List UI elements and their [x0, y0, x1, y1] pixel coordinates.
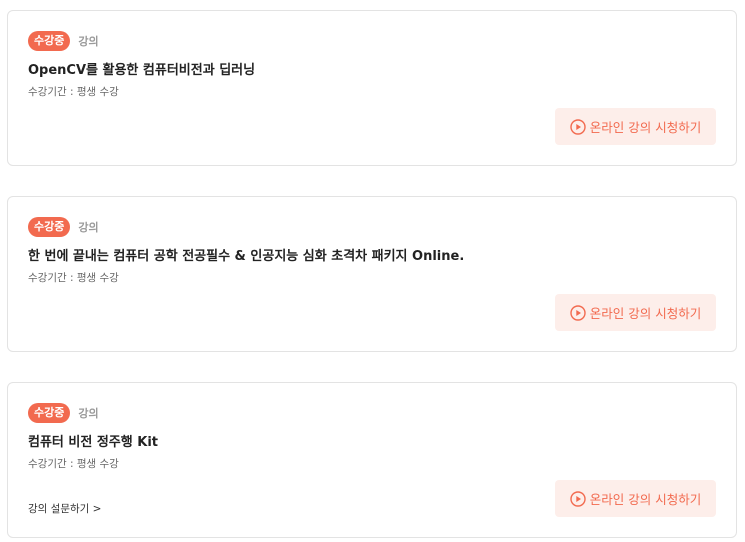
- course-period: 수강기간 : 평생 수강: [28, 458, 119, 470]
- watch-online-label: 온라인 강의 시청하기: [589, 492, 702, 507]
- course-card: 수강중 강의 한 번에 끝내는 컴퓨터 공학 전공필수 & 인공지능 심화 초격…: [7, 196, 737, 352]
- course-card: 수강중 강의 컴퓨터 비전 정주행 Kit 수강기간 : 평생 수강 강의 설문…: [7, 382, 737, 538]
- course-tags: 수강중 강의: [28, 31, 99, 51]
- watch-online-label: 온라인 강의 시청하기: [589, 120, 702, 135]
- course-tags: 수강중 강의: [28, 403, 99, 423]
- watch-online-button[interactable]: 온라인 강의 시청하기: [555, 294, 716, 331]
- course-period: 수강기간 : 평생 수강: [28, 272, 119, 284]
- course-title: 한 번에 끝내는 컴퓨터 공학 전공필수 & 인공지능 심화 초격차 패키지 O…: [28, 249, 465, 264]
- play-circle-icon: [570, 118, 586, 135]
- watch-online-button[interactable]: 온라인 강의 시청하기: [555, 108, 716, 145]
- play-circle-icon: [570, 304, 586, 321]
- course-type-label: 강의: [78, 407, 99, 420]
- course-type-label: 강의: [78, 221, 99, 234]
- course-period: 수강기간 : 평생 수강: [28, 86, 119, 98]
- course-card: 수강중 강의 OpenCV를 활용한 컴퓨터비전과 딥러닝 수강기간 : 평생 …: [7, 10, 737, 166]
- watch-online-button[interactable]: 온라인 강의 시청하기: [555, 480, 716, 517]
- course-survey-link[interactable]: 강의 설문하기 >: [28, 501, 101, 516]
- course-type-label: 강의: [78, 35, 99, 48]
- course-title: 컴퓨터 비전 정주행 Kit: [28, 435, 159, 450]
- watch-online-label: 온라인 강의 시청하기: [589, 306, 702, 321]
- course-title: OpenCV를 활용한 컴퓨터비전과 딥러닝: [28, 63, 256, 78]
- status-badge: 수강중: [28, 31, 71, 51]
- course-tags: 수강중 강의: [28, 217, 99, 237]
- status-badge: 수강중: [28, 403, 71, 423]
- play-circle-icon: [570, 490, 586, 507]
- status-badge: 수강중: [28, 217, 71, 237]
- course-list: 수강중 강의 OpenCV를 활용한 컴퓨터비전과 딥러닝 수강기간 : 평생 …: [0, 0, 745, 542]
